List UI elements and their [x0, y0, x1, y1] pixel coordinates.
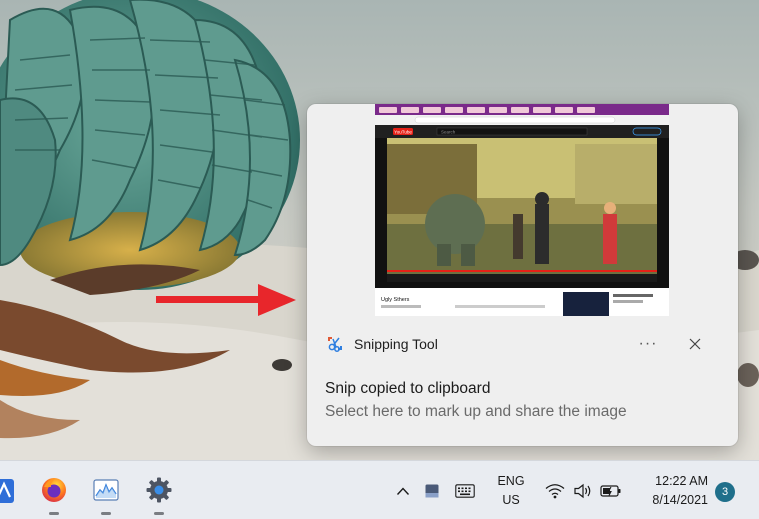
youtube-logo: YouTube — [394, 130, 412, 135]
wifi-icon — [545, 484, 565, 499]
red-arrow-annotation — [156, 284, 296, 316]
close-icon — [689, 338, 701, 350]
touch-keyboard-button[interactable] — [454, 480, 476, 502]
settings-icon — [146, 477, 172, 503]
running-indicator — [49, 512, 59, 515]
network-button[interactable] — [544, 480, 566, 502]
snipping-tool-notification[interactable]: YouTube Search Ugly Sthers Snipping Tool… — [307, 104, 738, 446]
notification-header: Snipping Tool ··· — [325, 332, 725, 356]
tray-app-icon — [425, 484, 439, 498]
clock-date: 8/14/2021 — [652, 493, 708, 507]
taskbar-app-firefox[interactable] — [37, 473, 71, 515]
snipping-tool-icon — [328, 337, 342, 352]
more-options-button[interactable]: ··· — [633, 332, 663, 356]
keyboard-icon — [455, 484, 475, 498]
partial-app-icon — [0, 479, 14, 503]
volume-button[interactable] — [572, 480, 594, 502]
show-hidden-icons-button[interactable] — [392, 480, 414, 502]
snip-thumbnail[interactable]: YouTube Search Ugly Sthers — [375, 104, 669, 316]
youtube-search-box: Search — [441, 130, 456, 135]
chevron-up-icon — [396, 487, 410, 495]
battery-charging-icon — [600, 485, 621, 497]
region-code: US — [502, 493, 520, 507]
running-indicator — [101, 512, 111, 515]
notification-body: Select here to mark up and share the ima… — [325, 403, 627, 420]
battery-button[interactable] — [600, 480, 622, 502]
notification-title: Snip copied to clipboard — [325, 380, 491, 397]
tray-app-button[interactable] — [421, 480, 443, 502]
language-code: ENG — [497, 474, 525, 488]
taskbar: ENG US 12:22 AM 8/14/2021 3 — [0, 460, 759, 519]
taskbar-app-task-manager[interactable] — [89, 473, 123, 515]
taskbar-app-settings[interactable] — [142, 473, 176, 515]
speaker-icon — [574, 483, 591, 499]
close-notification-button[interactable] — [681, 332, 709, 356]
input-language-indicator[interactable]: ENG US — [494, 472, 528, 510]
clock-time: 12:22 AM — [655, 474, 708, 488]
task-manager-icon — [93, 479, 119, 501]
clock-button[interactable]: 12:22 AM 8/14/2021 — [636, 472, 708, 510]
notification-app-name: Snipping Tool — [354, 336, 438, 352]
notification-center-badge[interactable]: 3 — [715, 482, 735, 502]
firefox-icon — [42, 478, 66, 502]
thumbnail-video-title: Ugly Sthers — [381, 297, 410, 303]
taskbar-app-partial[interactable] — [0, 473, 18, 507]
running-indicator — [154, 512, 164, 515]
